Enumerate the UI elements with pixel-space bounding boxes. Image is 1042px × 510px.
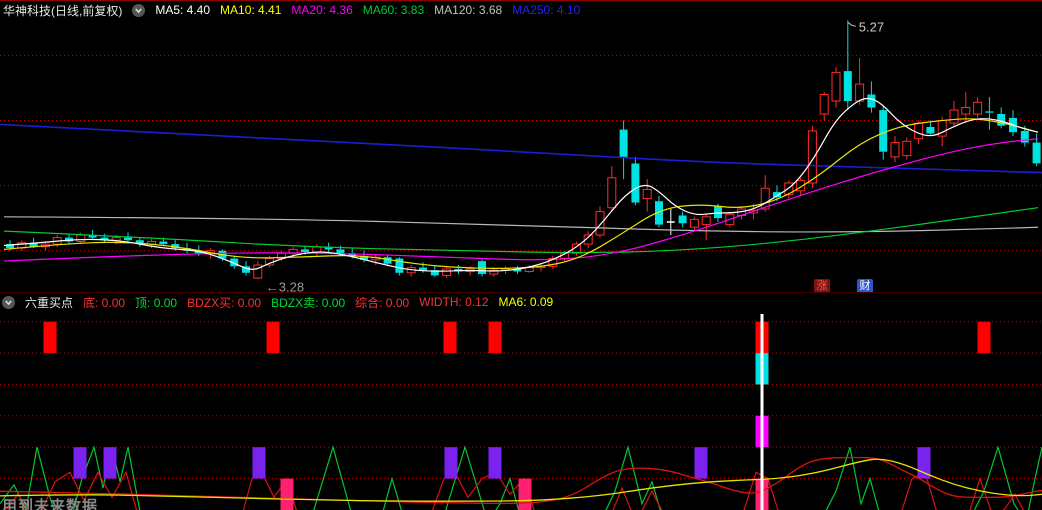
- indicator-ding: 顶: 0.00: [135, 295, 178, 310]
- collapse-chevron-icon[interactable]: [2, 295, 15, 309]
- stock-title: 华神科技(日线,前复权): [3, 3, 123, 18]
- indicator-zonghe: 综合: 0.00: [355, 295, 410, 310]
- main-chart-header: 华神科技(日线,前复权) MA5: 4.40 MA10: 4.41 MA20: …: [0, 1, 1042, 19]
- ma10-value: MA10: 4.41: [220, 3, 282, 17]
- candlestick-chart[interactable]: 5.27 ←3.28: [0, 19, 1042, 292]
- ma20-value: MA20: 4.36: [291, 3, 353, 17]
- collapse-chevron-icon[interactable]: [132, 3, 146, 17]
- ma120-value: MA120: 3.68: [434, 3, 503, 17]
- ma60-value: MA60: 3.83: [362, 3, 425, 17]
- indicator-name: 六重买点: [25, 295, 74, 310]
- indicator-panel[interactable]: [0, 311, 1042, 510]
- watermark-badge-cai: 财: [857, 279, 873, 293]
- watermark-badge-zhang: 涨: [814, 279, 830, 293]
- indicator-width: WIDTH: 0.12: [419, 295, 489, 309]
- future-data-watermark: 用到未来数据: [2, 498, 99, 510]
- svg-text:5.27: 5.27: [859, 19, 884, 34]
- indicator-bdzx-buy: BDZX买: 0.00: [187, 295, 262, 310]
- trading-app-window: 华神科技(日线,前复权) MA5: 4.40 MA10: 4.41 MA20: …: [0, 0, 1042, 510]
- svg-text:←3.28: ←3.28: [266, 279, 304, 292]
- ma250-value: MA250: 4.10: [512, 3, 581, 17]
- indicator-ma6: MA6: 0.09: [498, 295, 554, 309]
- indicator-di: 底: 0.00: [83, 295, 126, 310]
- indicator-header: 六重买点 底: 0.00 顶: 0.00 BDZX买: 0.00 BDZX卖: …: [0, 292, 1042, 311]
- ma5-value: MA5: 4.40: [155, 3, 211, 17]
- indicator-bdzx-sell: BDZX卖: 0.00: [271, 295, 346, 310]
